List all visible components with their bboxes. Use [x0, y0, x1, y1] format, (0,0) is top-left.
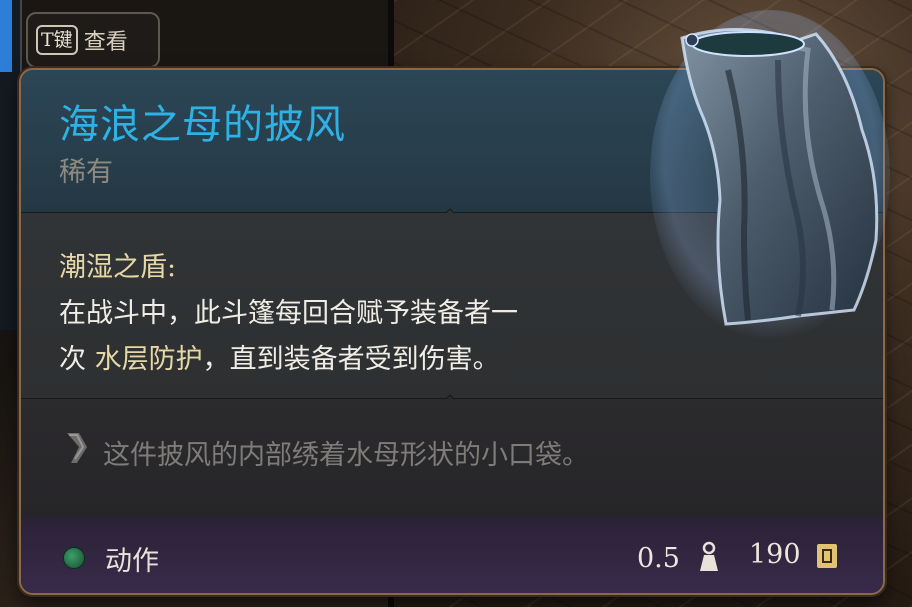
ability-name: 潮湿之盾:: [59, 252, 177, 283]
status-dot-icon: [63, 547, 85, 569]
hotkey-label: 查看: [83, 30, 128, 55]
action-type-label: 动作: [105, 546, 159, 577]
gold-coin-icon: [817, 544, 837, 568]
feather-quill-icon: [67, 433, 87, 463]
ability-description-line1: 在战斗中，此斗篷每回合赋予装备者一: [59, 298, 518, 329]
examine-key-hint[interactable]: T键 查看: [26, 12, 160, 68]
cloak-item-icon: [650, 10, 890, 340]
flavor-text: 这件披风的内部绣着水母形状的小口袋。: [103, 440, 589, 471]
background-highlight: [0, 0, 12, 72]
tooltip-footer: 动作 0.5 190: [21, 517, 883, 593]
weight-icon: [700, 541, 718, 571]
description-suffix: ，直到装备者受到伤害。: [202, 344, 500, 375]
item-rarity: 稀有: [59, 157, 113, 188]
item-price: 190: [749, 539, 801, 570]
flavor-section: 这件披风的内部绣着水母形状的小口袋。: [21, 399, 883, 517]
item-name: 海浪之母的披风: [59, 102, 346, 148]
ability-description-line2: 次 水层防护，直到装备者受到伤害。: [59, 337, 500, 376]
hotkey-badge: T键: [36, 25, 78, 55]
item-weight: 0.5: [637, 543, 680, 574]
description-prefix: 次: [59, 344, 95, 375]
water-ward-keyword[interactable]: 水层防护: [95, 344, 203, 375]
